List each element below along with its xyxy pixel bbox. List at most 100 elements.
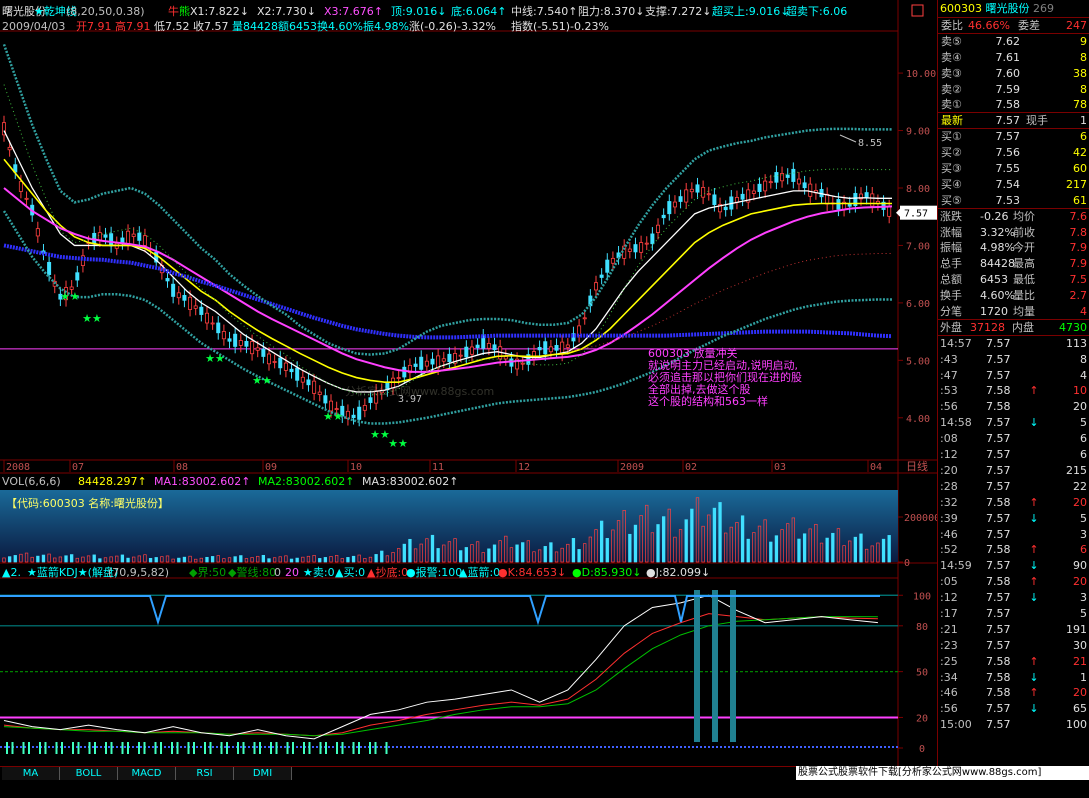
stat-label: 今开 (1013, 241, 1035, 255)
weibi-row: 委比 46.66% 委差 247 (938, 18, 1089, 34)
candle-body (295, 367, 300, 381)
candle-body (763, 180, 768, 192)
kdj-signal-stub (303, 742, 305, 754)
volume-bar (797, 538, 801, 563)
candle-body (689, 188, 694, 193)
volume-bar (853, 536, 858, 563)
tick-arrow: ↓ (1029, 511, 1039, 525)
candle-body (171, 283, 176, 297)
candle-body (419, 356, 424, 370)
tick-time: 15:00 (940, 718, 972, 732)
stat-row: 换手 4.60% 量比 2.7 (938, 288, 1089, 304)
kdj-signal-stub (28, 742, 30, 754)
quote-line-item: 收7.57 (193, 19, 229, 33)
tick-row: :56 7.58 20 (938, 399, 1089, 415)
volume-bar (549, 542, 553, 563)
tick-arrow: ↓ (1029, 702, 1039, 716)
volume-bar (148, 557, 153, 563)
tick-volume: 20 (1073, 400, 1087, 414)
tab-boll[interactable]: BOLL (60, 767, 118, 781)
tick-time: :34 (940, 670, 958, 684)
stat-value: 7.9 (1069, 257, 1088, 271)
kdj-header-item: ◆界:50 (189, 566, 226, 579)
footer-banner[interactable]: 股票公式股票软件下载[分析家公式网www.88gs.com] (796, 766, 1089, 780)
kdj-signal-stub (292, 742, 294, 754)
volume-bar (628, 533, 632, 563)
quote-panel: 600303 曙光股份 269 委比 46.66% 委差 247 卖⑤ 7.62 9… (937, 0, 1089, 766)
tick-time: :52 (940, 543, 958, 557)
header-item: (8,20,50,0.38) (66, 5, 145, 18)
time-axis-label: 10 (350, 462, 362, 473)
stat-row: 涨幅 3.32% 前收 7.8 (938, 225, 1089, 241)
stats-block: 涨跌 -0.26 均价 7.6 涨幅 3.32% 前收 7.8 振幅 4.98% 今开 7.9 总手 84… (938, 209, 1089, 320)
sell-row: 卖① 7.58 78 (938, 97, 1089, 114)
volume-bar (239, 555, 243, 563)
tick-time: 14:59 (940, 559, 972, 573)
volume-bar (430, 534, 435, 563)
time-axis-label: 04 (870, 462, 882, 473)
kdj-axis-label: 20 (916, 713, 928, 724)
tab-ma[interactable]: MA (2, 767, 60, 781)
tab-macd[interactable]: MACD (118, 767, 176, 781)
candle-body (667, 201, 672, 215)
tick-row: :47 7.57 4 (938, 368, 1089, 384)
tab-rsi[interactable]: RSI (176, 767, 234, 781)
kdj-alert-bar (730, 590, 736, 742)
candle-body (791, 168, 796, 182)
kdj-header-item: 20 (285, 566, 299, 579)
buy-volume: 60 (1073, 162, 1087, 176)
kdj-signal-stub (171, 742, 173, 754)
volume-bar (210, 556, 215, 563)
volume-bar (70, 554, 74, 563)
buy-volume: 6 (1080, 130, 1087, 144)
time-axis-label: 02 (685, 462, 697, 473)
tick-time: :21 (940, 622, 958, 636)
kdj-signal-stub (143, 742, 146, 754)
candle-body (126, 230, 131, 244)
candle-body (672, 201, 677, 208)
stat-row: 总额 6453 最低 7.5 (938, 272, 1089, 288)
kdj-header-item: ▲2. (2, 566, 21, 579)
kdj-signal-stub (341, 742, 344, 754)
candle-body (610, 257, 615, 264)
kdj-signal-stub (270, 742, 272, 754)
candle-body (7, 146, 12, 151)
candle-body (757, 183, 762, 192)
volume-bar (802, 533, 807, 563)
kdj-header-item: ▲买:0 (335, 566, 365, 579)
tick-list[interactable]: 14:57 7.57 113:43 7.57 8:47 7.57 4:53 7.58 ↑ 10:5… (938, 336, 1089, 733)
price-axis-label: 9.00 (906, 127, 930, 138)
sell-label: 卖④ (941, 50, 962, 64)
kdj-signal-stub (39, 742, 41, 754)
kdj-header-item: ●报警:100 (406, 565, 462, 579)
tick-volume: 20 (1073, 575, 1087, 589)
tick-row: 14:58 7.57 ↓ 5 (938, 415, 1089, 431)
tick-arrow (1028, 479, 1040, 495)
tick-volume: 3 (1080, 591, 1087, 605)
kdj-signal-stub (6, 742, 8, 754)
volume-bar (887, 535, 891, 563)
kdj-signal-stub (319, 742, 322, 754)
tick-arrow: ↑ (1029, 686, 1039, 700)
sell-label: 卖② (941, 82, 962, 96)
volume-bar (126, 557, 130, 563)
tick-volume: 191 (1066, 622, 1087, 636)
watermark: 分析家公式网www.88gs.com (345, 384, 494, 398)
volume-bar (233, 556, 237, 563)
buy-row: 买① 7.57 6 (938, 129, 1089, 145)
tick-row: :46 7.57 3 (938, 527, 1089, 543)
tab-dmi[interactable]: DMI (234, 767, 292, 781)
annotation-line: 就说明主力已经启动,说明启动, (648, 358, 798, 372)
candle-body (475, 344, 480, 348)
sell-row: 卖② 7.59 8 (938, 82, 1089, 98)
candle-body (402, 366, 407, 378)
kdj-header-item: ★蓝箭KDJ★(解盘) (27, 565, 118, 579)
stat-row: 总手 84428 最高 7.9 (938, 256, 1089, 272)
kdj-signal-stub (121, 742, 124, 754)
sell-row: 卖③ 7.60 38 (938, 66, 1089, 82)
tick-time: :46 (940, 686, 958, 700)
candle-body (238, 340, 243, 346)
time-axis-label: 03 (774, 462, 786, 473)
kdj-signal-stub (358, 742, 360, 754)
time-axis-label: 2008 (6, 462, 30, 473)
